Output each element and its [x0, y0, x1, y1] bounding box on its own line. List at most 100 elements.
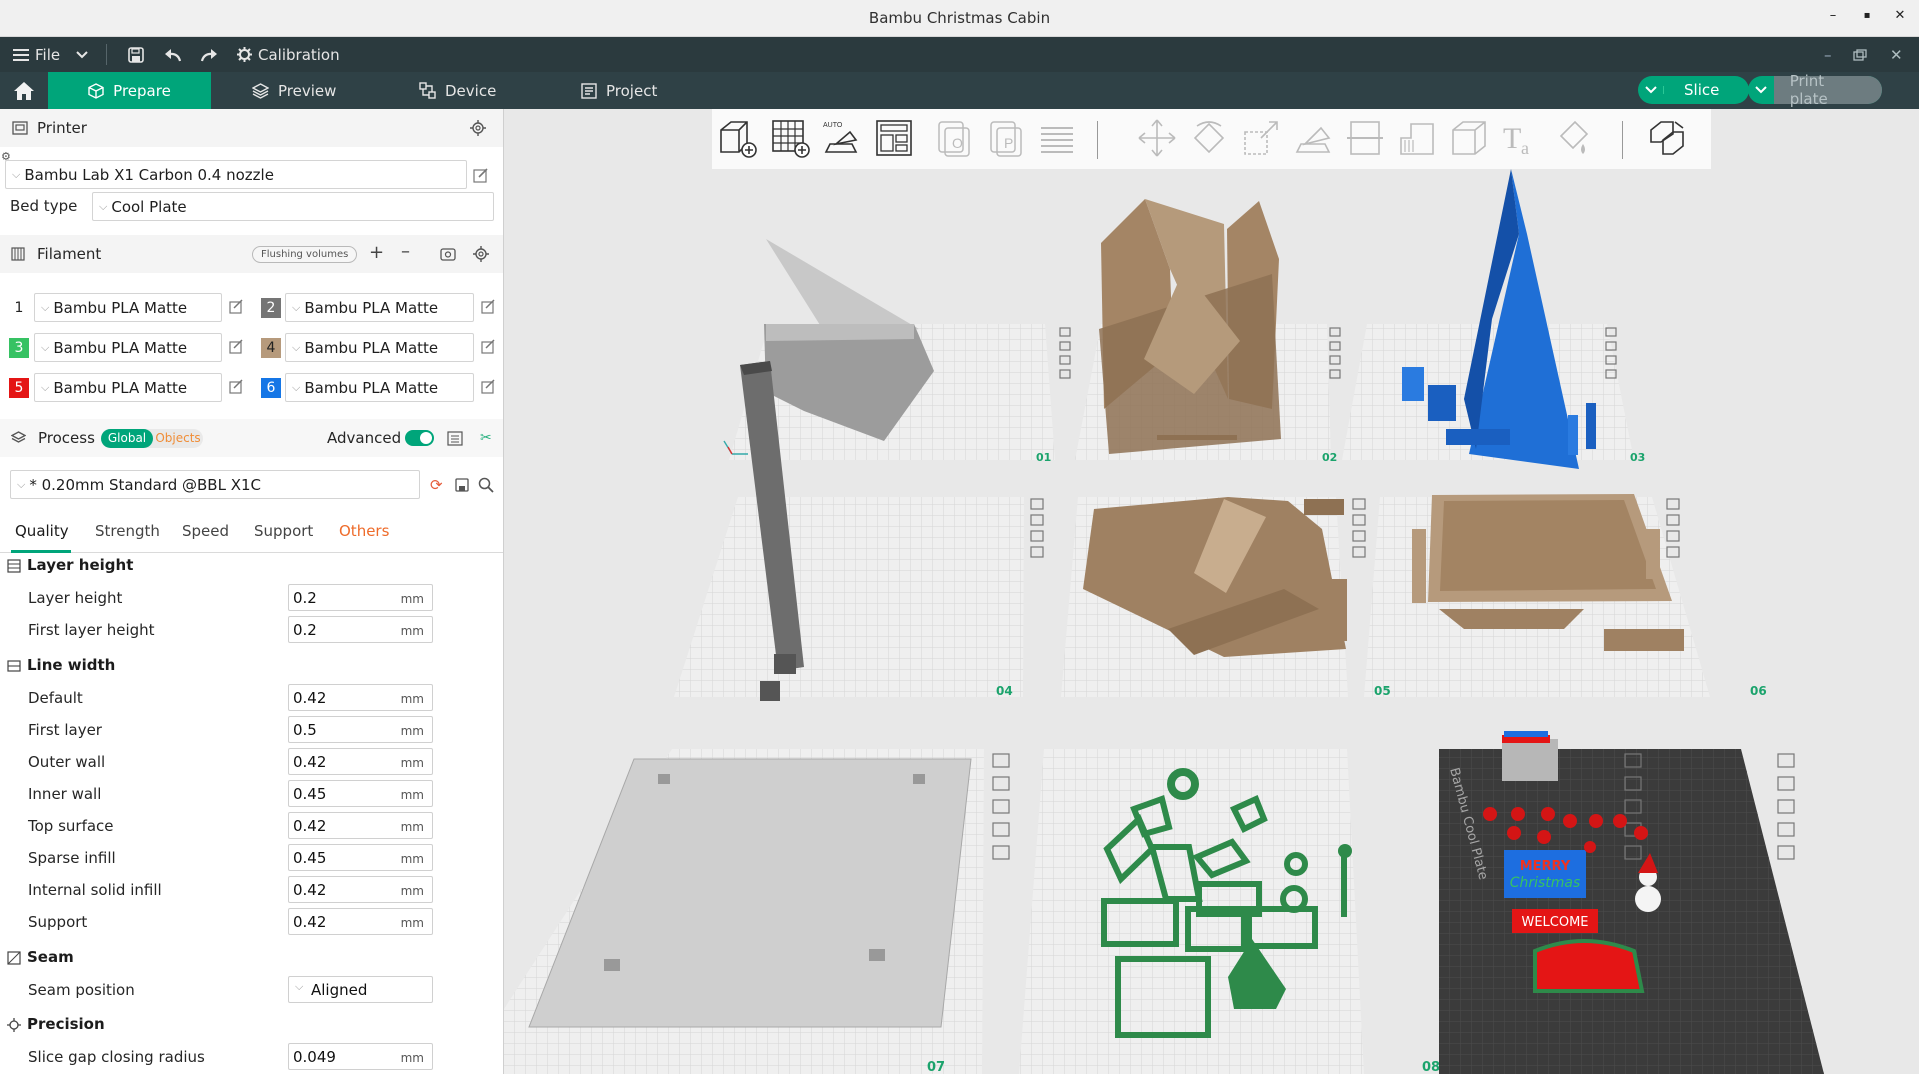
internal-solid-infill-line-width-input[interactable]: 0.42 mm	[288, 876, 433, 903]
seam-position-select[interactable]: ⌵ Aligned	[288, 976, 433, 1003]
build-plate-9[interactable]	[1439, 749, 1824, 1074]
model-merry-christmas-sign[interactable]: MERRY Christmas	[1504, 850, 1586, 898]
add-filament-icon[interactable]: +	[369, 242, 384, 263]
plate-4-tools-icon[interactable]	[1030, 498, 1044, 558]
tab-device[interactable]: Device	[419, 72, 496, 109]
minimize-button[interactable]: –	[1823, 8, 1843, 28]
setting-value[interactable]: 0.049	[293, 1048, 336, 1066]
default-line-width-input[interactable]: 0.42 mm	[288, 684, 433, 711]
filament-edit-icon[interactable]	[481, 379, 496, 394]
global-toggle-option[interactable]: Global	[101, 429, 153, 448]
split-parts-icon[interactable]: P	[987, 118, 1027, 158]
minimize-icon[interactable]: –	[1824, 37, 1832, 72]
printer-settings-gear-icon[interactable]	[470, 120, 486, 136]
filament-slot-select[interactable]: ⌵ Bambu PLA Matte	[34, 333, 222, 362]
global-objects-toggle[interactable]: Global Objects	[101, 429, 203, 448]
restore-icon[interactable]	[1853, 37, 1867, 72]
filament-slot-select[interactable]: ⌵ Bambu PLA Matte	[34, 373, 222, 402]
first-layer-height-input[interactable]: 0.2 mm	[288, 616, 433, 643]
color-painting-icon[interactable]	[1553, 118, 1593, 158]
split-objects-icon[interactable]: O	[935, 118, 975, 158]
setting-value[interactable]: 0.45	[293, 785, 326, 803]
process-compare-icon[interactable]: ✂	[480, 430, 492, 446]
file-menu[interactable]: File	[13, 37, 60, 72]
filament-edit-icon[interactable]	[481, 299, 496, 314]
model-doormat-red[interactable]	[1533, 939, 1645, 993]
tab-quality[interactable]: Quality	[15, 522, 69, 540]
model-chimney-colored[interactable]	[1502, 731, 1558, 781]
setting-value[interactable]: 0.2	[293, 621, 317, 639]
undo-icon[interactable]	[164, 37, 182, 72]
bed-type-select[interactable]: ⌵ Cool Plate	[92, 192, 494, 221]
filament-slot-number[interactable]: 5	[9, 378, 29, 398]
text-tool-icon[interactable]: Ta	[1501, 118, 1541, 158]
print-plate-button[interactable]: Print plate	[1748, 72, 1882, 108]
assembly-view-icon[interactable]	[1647, 118, 1687, 158]
seam-painting-icon[interactable]	[1449, 118, 1489, 158]
filament-slot-number[interactable]: 2	[261, 298, 281, 318]
filament-sync-icon[interactable]	[440, 247, 456, 261]
process-preset-select[interactable]: ⌵ * 0.20mm Standard @BBL X1C	[10, 470, 420, 499]
plate-5-tools-icon[interactable]	[1352, 498, 1366, 558]
build-plate-4[interactable]	[674, 497, 1024, 697]
search-icon[interactable]	[478, 477, 494, 493]
setting-value[interactable]: 0.42	[293, 881, 326, 899]
filament-slot-number[interactable]: 6	[261, 378, 281, 398]
close-button[interactable]: ✕	[1890, 8, 1910, 28]
tab-others[interactable]: Others	[339, 522, 389, 540]
tab-prepare[interactable]: Prepare	[48, 72, 211, 109]
save-preset-icon[interactable]	[455, 478, 469, 492]
printer-edit-icon[interactable]	[473, 167, 489, 183]
print-dropdown-chevron-icon[interactable]	[1748, 86, 1774, 94]
filament-slot-select[interactable]: ⌵ Bambu PLA Matte	[285, 293, 474, 322]
maximize-button[interactable]: ▪	[1857, 10, 1877, 30]
printer-preset-select[interactable]: ⌵ Bambu Lab X1 Carbon 0.4 nozzle	[5, 160, 467, 189]
arrange-icon[interactable]	[874, 118, 914, 158]
reset-icon[interactable]: ⟳	[430, 476, 443, 494]
setting-value[interactable]: 0.42	[293, 817, 326, 835]
advanced-toggle[interactable]	[405, 430, 434, 446]
outer-wall-line-width-input[interactable]: 0.42 mm	[288, 748, 433, 775]
save-icon[interactable]	[128, 37, 144, 72]
plate-7-tools-icon[interactable]	[992, 753, 1010, 860]
process-list-icon[interactable]	[447, 431, 463, 446]
plate-6-tools-icon[interactable]	[1666, 498, 1680, 558]
home-button[interactable]	[0, 72, 48, 109]
plate-1-tools-icon[interactable]	[1059, 327, 1071, 379]
first-layer-line-width-input[interactable]: 0.5 mm	[288, 716, 433, 743]
rotate-icon[interactable]	[1189, 118, 1229, 158]
setting-value[interactable]: 0.42	[293, 753, 326, 771]
flushing-volumes-button[interactable]: Flushing volumes	[252, 246, 358, 263]
add-object-icon[interactable]	[717, 118, 757, 158]
filament-edit-icon[interactable]	[229, 339, 244, 354]
tab-strength[interactable]: Strength	[95, 522, 160, 540]
plate-2-tools-icon[interactable]	[1329, 327, 1341, 379]
setting-value[interactable]: 0.5	[293, 721, 317, 739]
filament-slot-select[interactable]: ⌵ Bambu PLA Matte	[34, 293, 222, 322]
model-base-plate-gray[interactable]	[528, 758, 972, 1028]
tab-preview[interactable]: Preview	[252, 72, 336, 109]
support-painting-icon[interactable]	[1397, 118, 1437, 158]
model-welcome-sign[interactable]: WELCOME	[1512, 909, 1598, 933]
scale-icon[interactable]	[1241, 118, 1281, 158]
auto-orient-icon[interactable]: AUTO	[822, 118, 862, 158]
calibration-menu[interactable]: Calibration	[237, 37, 340, 72]
tab-speed[interactable]: Speed	[182, 522, 229, 540]
filament-slot-number[interactable]: 4	[261, 338, 281, 358]
setting-value[interactable]: 0.42	[293, 689, 326, 707]
lay-on-face-icon[interactable]	[1293, 118, 1333, 158]
move-icon[interactable]	[1137, 118, 1177, 158]
filament-edit-icon[interactable]	[229, 299, 244, 314]
setting-value[interactable]: 0.45	[293, 849, 326, 867]
setting-value[interactable]: 0.42	[293, 913, 326, 931]
tab-support[interactable]: Support	[254, 522, 313, 540]
inner-wall-line-width-input[interactable]: 0.45 mm	[288, 780, 433, 807]
slice-button[interactable]: Slice	[1638, 76, 1749, 104]
setting-value[interactable]: 0.2	[293, 589, 317, 607]
slice-dropdown-chevron-icon[interactable]	[1638, 86, 1664, 94]
filament-slot-select[interactable]: ⌵ Bambu PLA Matte	[285, 333, 474, 362]
filament-slot-number[interactable]: 1	[9, 298, 29, 318]
filament-edit-icon[interactable]	[481, 339, 496, 354]
setting-value[interactable]: Aligned	[311, 981, 367, 999]
add-plate-icon[interactable]	[770, 118, 810, 158]
